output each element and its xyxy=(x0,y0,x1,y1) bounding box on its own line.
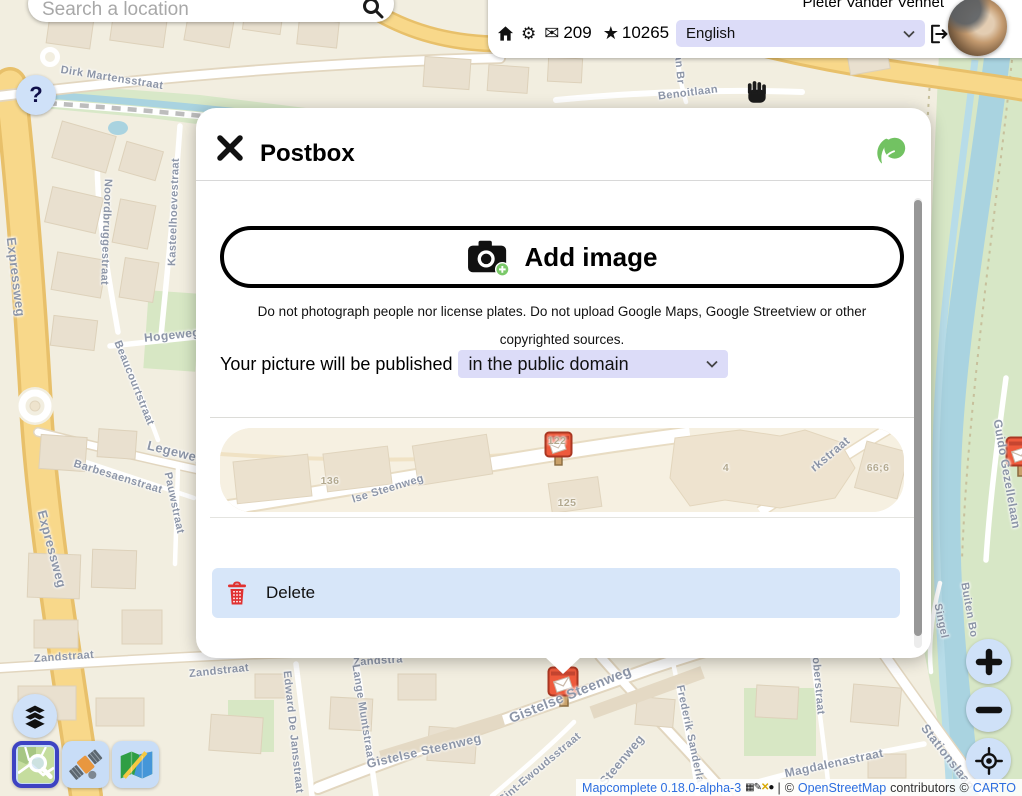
settings-gear-icon[interactable]: ⚙ xyxy=(521,25,536,42)
carto-link[interactable]: CARTO xyxy=(973,781,1016,795)
basemap-style-osm-button[interactable] xyxy=(12,741,59,788)
dialog-pointer-tail xyxy=(545,657,581,674)
app-window: Dirk MartensstraatBenoitlaanJan BrNoordb… xyxy=(0,0,1022,796)
user-panel: Pieter Vander Vennet ⚙ ✉ 209 ★ 10265 Eng… xyxy=(488,0,1022,58)
divider xyxy=(210,517,917,518)
osm-copyright: © xyxy=(785,781,794,795)
trash-icon xyxy=(226,580,248,606)
search-bar xyxy=(28,0,394,22)
delete-label: Delete xyxy=(266,583,315,603)
geolocate-button[interactable] xyxy=(966,738,1011,783)
dialog-title: Postbox xyxy=(260,140,355,168)
statistics-icon[interactable]: ▦ xyxy=(745,782,753,793)
help-label: ? xyxy=(29,82,42,108)
search-icon[interactable] xyxy=(362,0,384,19)
basemap-style-map-button[interactable] xyxy=(112,741,159,788)
attribution-bar: Mapcomplete 0.18.0-alpha-3▦✎✕● | © OpenS… xyxy=(576,779,1022,796)
mastodon-icon[interactable]: ● xyxy=(768,782,773,793)
divider xyxy=(210,417,917,418)
messages-envelope-icon[interactable]: ✉ xyxy=(544,24,559,42)
layers-button[interactable] xyxy=(13,694,57,738)
app-version-link[interactable]: Mapcomplete 0.18.0-alpha-3 xyxy=(582,781,741,795)
chevron-down-icon xyxy=(903,30,915,38)
license-select[interactable]: in the public domain xyxy=(458,350,728,378)
edit-icon[interactable]: ✎ xyxy=(754,782,761,793)
crosshair-icon xyxy=(974,746,1004,776)
logout-icon[interactable] xyxy=(928,21,950,47)
feature-dialog: Postbox Add image Do not photograph peop… xyxy=(196,108,931,658)
layers-icon xyxy=(20,701,50,731)
home-icon[interactable] xyxy=(496,24,515,43)
feature-minimap[interactable]: 122136lse Steenweg125466;6rkstraat xyxy=(220,428,904,512)
delete-button[interactable]: Delete xyxy=(212,568,900,618)
hand-cursor-icon xyxy=(744,80,770,106)
folded-map-icon xyxy=(118,747,154,783)
license-row: Your picture will be published in the pu… xyxy=(220,350,728,378)
osm-contributors: contributors xyxy=(890,781,955,795)
camera-icon xyxy=(467,237,511,277)
add-image-button[interactable]: Add image xyxy=(220,226,904,288)
points-count[interactable]: 10265 xyxy=(622,23,669,43)
plus-icon xyxy=(975,648,1003,676)
divider xyxy=(196,180,931,181)
dialog-scrollbar[interactable] xyxy=(914,198,922,648)
license-selected-value: in the public domain xyxy=(468,354,628,375)
osm-map-icon xyxy=(18,747,54,783)
satellite-icon xyxy=(68,747,104,783)
zoom-out-button[interactable] xyxy=(966,687,1011,732)
license-prefix: Your picture will be published xyxy=(220,354,452,375)
close-icon[interactable] xyxy=(212,130,248,166)
attribution-separator: | xyxy=(777,781,780,795)
chevron-down-icon xyxy=(706,360,718,368)
messages-count[interactable]: 209 xyxy=(563,23,591,43)
username: Pieter Vander Vennet xyxy=(803,0,945,11)
star-icon: ★ xyxy=(603,24,619,42)
dialog-scrollbar-thumb[interactable] xyxy=(914,200,922,636)
zoom-in-button[interactable] xyxy=(966,639,1011,684)
search-input[interactable] xyxy=(28,0,358,22)
osm-link[interactable]: OpenStreetMap xyxy=(798,781,886,795)
minus-icon xyxy=(975,696,1003,724)
image-license-warning: Do not photograph people nor license pla… xyxy=(232,298,892,354)
language-selected-value: English xyxy=(686,25,735,42)
help-button[interactable]: ? xyxy=(16,75,56,115)
add-image-label: Add image xyxy=(525,242,658,273)
language-select[interactable]: English xyxy=(676,20,925,47)
carto-copyright: © xyxy=(959,781,968,795)
theme-logo-icon xyxy=(871,132,909,170)
basemap-style-satellite-button[interactable] xyxy=(62,741,109,788)
